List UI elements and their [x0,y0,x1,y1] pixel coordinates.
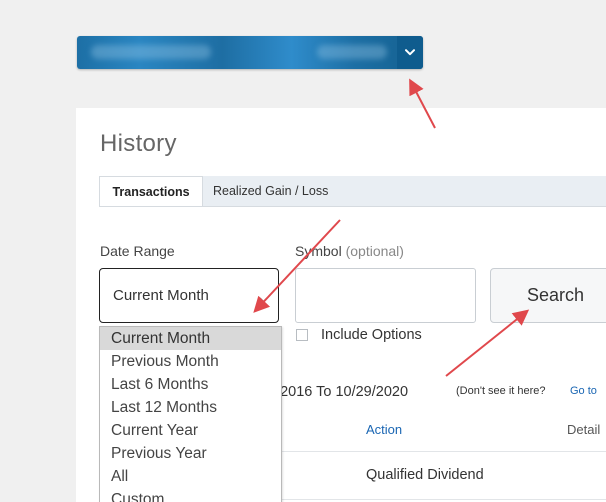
tab-transactions[interactable]: Transactions [99,176,203,206]
date-range-option-last-12-months[interactable]: Last 12 Months [100,396,281,419]
screenshot-stage: History Transactions Realized Gain / Los… [0,0,606,502]
symbol-optional-text: (optional) [345,243,404,259]
date-range-option-current-year[interactable]: Current Year [100,419,281,442]
date-range-option-custom[interactable]: Custom [100,488,281,502]
symbol-label: Symbol (optional) [295,243,404,259]
redacted-account-number [317,45,387,59]
account-toggle[interactable] [397,36,423,69]
history-tabs: Transactions Realized Gain / Loss [99,176,606,207]
page-title: History [100,130,177,157]
symbol-input[interactable] [295,268,476,323]
go-to-link[interactable]: Go to [570,385,597,397]
date-range-option-all[interactable]: All [100,465,281,488]
date-range-option-previous-month[interactable]: Previous Month [100,350,281,373]
chevron-down-icon [259,290,268,308]
date-range-selected-value: Current Month [113,287,209,304]
tab-realized-gain-loss[interactable]: Realized Gain / Loss [213,176,328,206]
page-background-left [0,0,76,502]
results-date-range: 9/2016 To 10/29/2020 [268,384,409,400]
table-row-divider [268,451,606,452]
column-header-detail: Detail [567,422,601,437]
date-range-select[interactable]: Current Month [99,268,279,323]
date-range-option-previous-year[interactable]: Previous Year [100,442,281,465]
date-range-option-last-6-months[interactable]: Last 6 Months [100,373,281,396]
symbol-label-text: Symbol [295,243,342,259]
table-row-action: Qualified Dividend [366,467,484,483]
date-range-label: Date Range [100,243,175,259]
include-options-label: Include Options [321,327,422,343]
date-range-dropdown: Current Month Previous Month Last 6 Mont… [99,326,282,502]
redacted-account-name [91,45,211,59]
column-header-action[interactable]: Action [366,422,402,437]
account-selector[interactable] [77,36,423,69]
include-options-checkbox[interactable] [296,329,308,341]
table-row-divider [268,499,606,500]
search-button[interactable]: Search [490,268,606,323]
date-range-option-current-month[interactable]: Current Month [100,327,281,350]
chevron-down-icon [405,49,415,56]
dont-see-text: (Don't see it here? [456,385,546,397]
